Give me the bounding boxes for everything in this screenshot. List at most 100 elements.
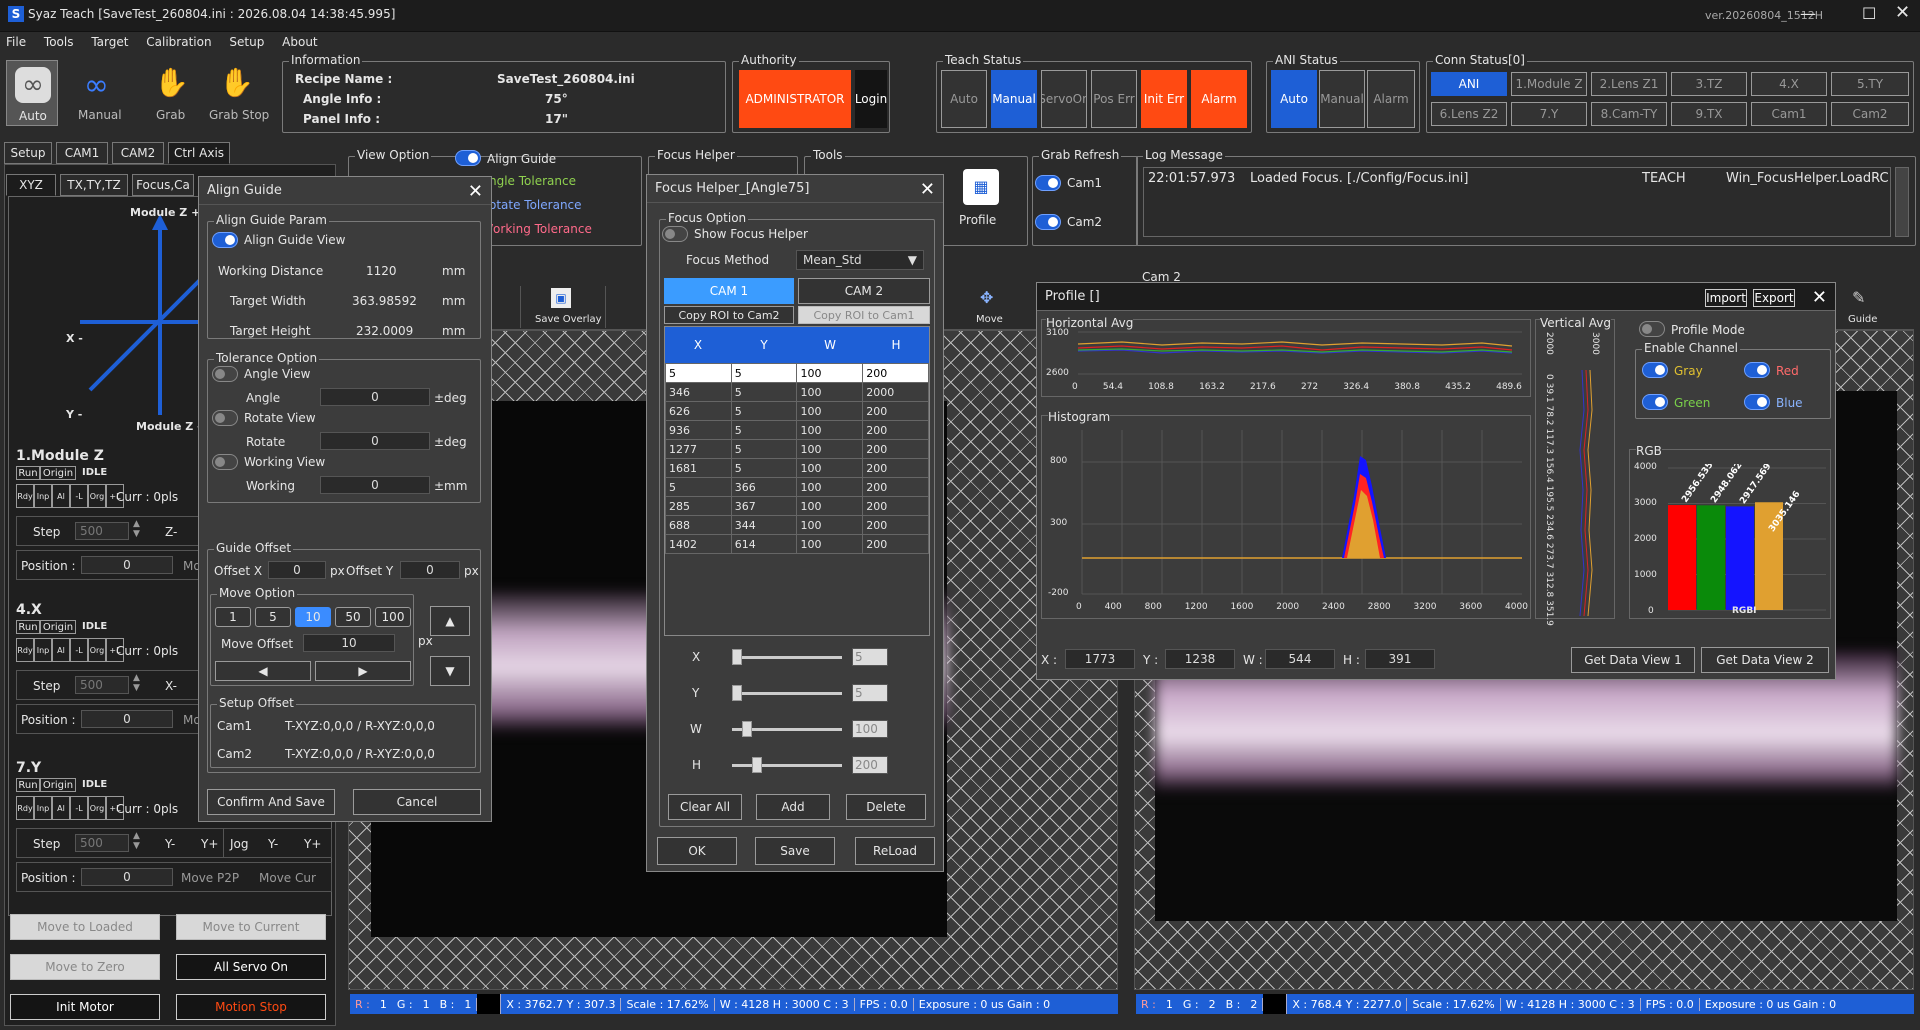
roi-x-input[interactable]: 5	[852, 648, 888, 666]
move-p2p-button[interactable]: Move P2P	[181, 871, 239, 885]
save-button[interactable]: Save	[755, 837, 835, 865]
stepper-icon[interactable]: ▲ ▼	[133, 831, 140, 851]
focus-method-select[interactable]: Mean_Std ▼	[796, 250, 924, 270]
motion-stop-button[interactable]: Motion Stop	[176, 994, 326, 1020]
slider-knob[interactable]	[732, 685, 742, 701]
reload-button[interactable]: ReLoad	[855, 837, 935, 865]
move-tool-button[interactable]: ✥ Move	[964, 286, 1014, 328]
get-data-view-1-button[interactable]: Get Data View 1	[1571, 647, 1695, 673]
run-button[interactable]: Run	[16, 620, 40, 634]
working-input[interactable]: 0	[320, 476, 430, 494]
table-row[interactable]: 936 5 100 200	[665, 420, 929, 440]
log-list[interactable]: 22:01:57.973 Loaded Focus. [./Config/Foc…	[1143, 167, 1891, 237]
stepper-icon[interactable]: ▲ ▼	[133, 673, 140, 693]
angle-view-toggle[interactable]	[212, 366, 238, 382]
get-data-view-2-button[interactable]: Get Data View 2	[1701, 647, 1829, 673]
align-guide-view-toggle[interactable]	[212, 232, 238, 248]
move-up-button[interactable]: ▲	[430, 606, 470, 636]
login-button[interactable]: Login	[855, 70, 887, 128]
cam2-tab[interactable]: CAM 2	[798, 278, 930, 304]
table-row[interactable]: 688 344 100 200	[665, 515, 929, 535]
origin-button[interactable]: Origin	[40, 620, 76, 634]
roi-y-input[interactable]: 5	[852, 684, 888, 702]
copy-roi-to-cam2-button[interactable]: Copy ROI to Cam2	[664, 306, 794, 324]
working-view-toggle[interactable]	[212, 454, 238, 470]
tab-setup[interactable]: Setup	[4, 142, 52, 164]
rotate-view-toggle[interactable]	[212, 410, 238, 426]
roi-h-input[interactable]: 200	[852, 756, 888, 774]
grab-stop-button[interactable]: ✋ Grab Stop	[205, 60, 269, 126]
move-step-1-button[interactable]: 1	[215, 607, 251, 627]
profile-button[interactable]: ▦ Profile	[959, 169, 1003, 239]
minimize-icon[interactable]: —	[1800, 4, 1816, 23]
align-guide-toggle[interactable]	[455, 150, 481, 166]
jog-minus-button[interactable]: X-	[165, 679, 177, 693]
position-input[interactable]: 0	[81, 710, 173, 728]
tab-cam2[interactable]: CAM2	[112, 142, 164, 164]
cam1-tab[interactable]: CAM 1	[664, 278, 794, 304]
menu-calibration[interactable]: Calibration	[146, 35, 211, 49]
menu-target[interactable]: Target	[91, 35, 128, 49]
move-step-100-button[interactable]: 100	[375, 607, 411, 627]
move-to-current-button[interactable]: Move to Current	[176, 914, 326, 940]
run-button[interactable]: Run	[16, 466, 40, 480]
table-row[interactable]: 285 367 100 200	[665, 496, 929, 516]
confirm-and-save-button[interactable]: Confirm And Save	[207, 789, 335, 815]
jog-y-plus-button[interactable]: Y+	[304, 837, 321, 851]
cancel-button[interactable]: Cancel	[353, 789, 481, 815]
grab-button[interactable]: ✋ Grab	[148, 60, 192, 126]
origin-button[interactable]: Origin	[40, 466, 76, 480]
menu-about[interactable]: About	[282, 35, 317, 49]
step-input[interactable]: 500	[75, 522, 129, 540]
close-icon[interactable]: ✕	[468, 181, 483, 202]
grab-refresh-cam2-toggle[interactable]	[1035, 214, 1061, 230]
gray-channel-toggle[interactable]	[1642, 362, 1668, 378]
slider-knob[interactable]	[732, 649, 742, 665]
blue-channel-toggle[interactable]	[1744, 394, 1770, 410]
table-row[interactable]: 1402 614 100 200	[665, 534, 929, 554]
export-button[interactable]: Export	[1753, 289, 1795, 307]
jog-minus-button[interactable]: Y-	[165, 837, 175, 851]
roi-x-slider[interactable]	[732, 649, 842, 665]
show-focus-helper-toggle[interactable]	[662, 226, 688, 242]
init-motor-button[interactable]: Init Motor	[10, 994, 160, 1020]
rotate-input[interactable]: 0	[320, 432, 430, 450]
stepper-icon[interactable]: ▲ ▼	[133, 519, 140, 539]
manual-button[interactable]: ∞ Manual	[74, 60, 126, 126]
slider-knob[interactable]	[742, 721, 752, 737]
move-to-zero-button[interactable]: Move to Zero	[10, 954, 160, 980]
position-input[interactable]: 0	[81, 868, 173, 886]
green-channel-toggle[interactable]	[1642, 394, 1668, 410]
menu-file[interactable]: File	[6, 35, 26, 49]
tab-ctrl-axis[interactable]: Ctrl Axis	[168, 142, 230, 164]
origin-button[interactable]: Origin	[40, 778, 76, 792]
jog-y-minus-button[interactable]: Y-	[268, 837, 278, 851]
profile-w-input[interactable]: 544	[1265, 649, 1335, 669]
table-row[interactable]: 5 366 100 200	[665, 477, 929, 497]
grab-refresh-cam1-toggle[interactable]	[1035, 175, 1061, 191]
table-row[interactable]: 5 5 100 200	[665, 363, 929, 383]
slider-knob[interactable]	[752, 757, 762, 773]
step-input[interactable]: 500	[75, 676, 129, 694]
move-left-button[interactable]: ◀	[215, 661, 311, 681]
roi-y-slider[interactable]	[732, 685, 842, 701]
offset-x-input[interactable]: 0	[268, 561, 326, 579]
save-overlay-button[interactable]: ▣ Save Overlay	[520, 286, 606, 328]
move-right-button[interactable]: ▶	[315, 661, 411, 681]
move-offset-input[interactable]: 10	[303, 634, 395, 652]
subtab-xyz[interactable]: XYZ	[6, 174, 56, 196]
close-icon[interactable]: ✕	[1812, 287, 1827, 308]
add-roi-button[interactable]: Add	[756, 794, 830, 820]
maximize-icon[interactable]: ☐	[1862, 4, 1876, 23]
move-step-50-button[interactable]: 50	[335, 607, 371, 627]
table-row[interactable]: 1277 5 100 200	[665, 439, 929, 459]
move-to-loaded-button[interactable]: Move to Loaded	[10, 914, 160, 940]
subtab-tx-ty-tz[interactable]: TX,TY,TZ	[60, 174, 128, 196]
tab-cam1[interactable]: CAM1	[56, 142, 108, 164]
profile-mode-toggle[interactable]	[1639, 321, 1665, 337]
profile-y-input[interactable]: 1238	[1165, 649, 1235, 669]
offset-y-input[interactable]: 0	[400, 561, 460, 579]
angle-input[interactable]: 0	[320, 388, 430, 406]
roi-w-slider[interactable]	[732, 721, 842, 737]
guide-tool-button[interactable]: ✎ Guide	[1836, 286, 1886, 328]
